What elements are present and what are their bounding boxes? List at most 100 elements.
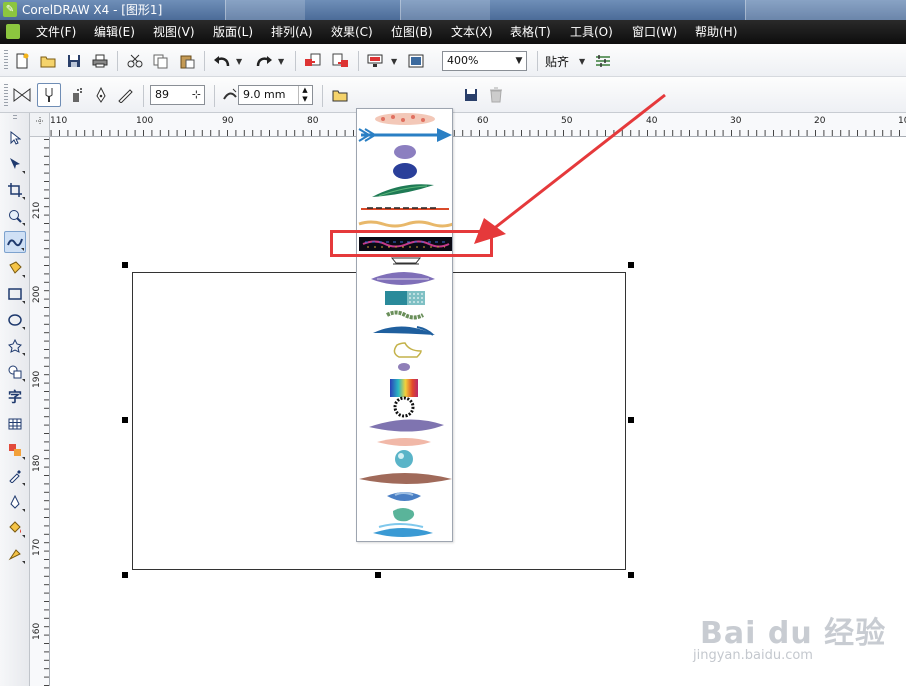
shape-tool-icon[interactable]: [4, 153, 26, 175]
zoom-level-select[interactable]: 400% ▼: [442, 51, 527, 71]
undo-icon[interactable]: [212, 51, 232, 71]
list-item: [393, 396, 415, 418]
zoom-tool-icon[interactable]: [4, 205, 26, 227]
menu-arrange[interactable]: 排列(A): [271, 25, 313, 39]
interactive-fill-tool-icon[interactable]: [4, 543, 26, 565]
snap-dropdown-icon[interactable]: ▼: [579, 57, 585, 66]
zoom-level-value: 400%: [447, 54, 479, 67]
eyedropper-tool-icon[interactable]: [4, 465, 26, 487]
rectangle-tool-icon[interactable]: [4, 283, 26, 305]
selection-handle[interactable]: [375, 572, 381, 578]
snap-to-menu[interactable]: 贴齐: [545, 53, 569, 70]
selection-handle[interactable]: [122, 572, 128, 578]
preset-mode-icon[interactable]: [12, 85, 32, 105]
ruler-label: 30: [730, 116, 742, 126]
browse-folder-icon[interactable]: [330, 85, 350, 105]
table-tool-icon[interactable]: [4, 413, 26, 435]
stroke-list-dropdown[interactable]: [356, 108, 453, 542]
launcher-dropdown-icon[interactable]: ▼: [391, 57, 397, 66]
smart-fill-tool-icon[interactable]: [4, 257, 26, 279]
smoothing-field[interactable]: 89 ⊹: [150, 85, 205, 105]
list-item: [393, 145, 417, 179]
freehand-tool-icon[interactable]: [4, 231, 26, 253]
stroke-width-field[interactable]: 9.0 mm ▲ ▼: [238, 85, 313, 105]
toolbar-separator: [295, 51, 296, 71]
toolbox: 字: [0, 113, 30, 686]
spinner-icon[interactable]: ▲ ▼: [298, 86, 311, 104]
title-bar: ✎ CorelDRAW X4 - [图形1]: [0, 0, 906, 20]
selection-handle[interactable]: [628, 417, 634, 423]
list-item: [358, 220, 452, 228]
menu-effects[interactable]: 效果(C): [331, 25, 373, 39]
pressure-mode-icon[interactable]: [115, 85, 135, 105]
stroke-list-previews: [358, 113, 452, 537]
menu-edit[interactable]: 编辑(E): [94, 25, 135, 39]
sprayer-mode-icon[interactable]: [66, 85, 86, 105]
selection-handle[interactable]: [628, 262, 634, 268]
calligraphic-mode-icon[interactable]: [91, 85, 111, 105]
document-icon[interactable]: [6, 24, 20, 39]
selection-handle[interactable]: [122, 417, 128, 423]
baidu-watermark: Bai du 经验: [700, 616, 887, 651]
outline-tool-icon[interactable]: [4, 491, 26, 513]
chevron-down-icon[interactable]: ▼: [512, 52, 526, 70]
pick-tool-icon[interactable]: [4, 127, 26, 149]
print-icon[interactable]: [90, 51, 110, 71]
undo-dropdown-icon[interactable]: ▼: [236, 57, 242, 66]
vertical-ruler[interactable]: 210 200 190 180 170 160: [30, 137, 50, 686]
coreldraw-icon: ✎: [3, 2, 17, 17]
options-icon[interactable]: [593, 51, 613, 71]
redo-dropdown-icon[interactable]: ▼: [278, 57, 284, 66]
toolbar-separator: [117, 51, 118, 71]
list-item: [395, 450, 413, 468]
text-tool-icon[interactable]: 字: [4, 387, 26, 409]
toolbox-grip[interactable]: [13, 115, 17, 119]
selection-handle[interactable]: [122, 262, 128, 268]
import-icon[interactable]: [303, 51, 323, 71]
cut-icon[interactable]: [125, 51, 145, 71]
slider-icon[interactable]: ⊹: [192, 86, 201, 104]
crop-tool-icon[interactable]: [4, 179, 26, 201]
app-launcher-icon[interactable]: [365, 51, 385, 71]
ruler-label: 90: [222, 116, 234, 126]
background-tab[interactable]: [745, 0, 906, 20]
new-icon[interactable]: [12, 51, 32, 71]
menu-tools[interactable]: 工具(O): [570, 25, 613, 39]
paste-icon[interactable]: [177, 51, 197, 71]
selection-handle[interactable]: [628, 572, 634, 578]
basic-shapes-tool-icon[interactable]: [4, 361, 26, 383]
menu-help[interactable]: 帮助(H): [695, 25, 737, 39]
menu-text[interactable]: 文本(X): [451, 25, 493, 39]
menu-file[interactable]: 文件(F): [36, 25, 76, 39]
open-icon[interactable]: [38, 51, 58, 71]
list-item: [369, 419, 444, 432]
brush-mode-icon[interactable]: [37, 83, 61, 107]
ruler-origin[interactable]: [30, 113, 50, 137]
welcome-icon[interactable]: [406, 51, 426, 71]
menu-bitmaps[interactable]: 位图(B): [391, 25, 433, 39]
interactive-blend-tool-icon[interactable]: [4, 439, 26, 461]
copy-icon[interactable]: [151, 51, 171, 71]
polygon-tool-icon[interactable]: [4, 335, 26, 357]
ellipse-tool-icon[interactable]: [4, 309, 26, 331]
menu-table[interactable]: 表格(T): [510, 25, 551, 39]
toolbar-grip[interactable]: [4, 84, 8, 106]
menu-window[interactable]: 窗口(W): [632, 25, 677, 39]
save-icon[interactable]: [64, 51, 84, 71]
ruler-label: 10: [898, 116, 906, 126]
list-item: [361, 207, 449, 210]
export-icon[interactable]: [331, 51, 351, 71]
list-item: [393, 508, 415, 522]
fill-tool-icon[interactable]: [4, 517, 26, 539]
toolbar-grip[interactable]: [4, 50, 8, 71]
background-tab[interactable]: [400, 0, 490, 20]
smoothing-value: 89: [155, 88, 169, 101]
list-item: [393, 342, 422, 358]
menu-bar: 文件(F) 编辑(E) 视图(V) 版面(L) 排列(A) 效果(C) 位图(B…: [0, 20, 906, 44]
background-tab[interactable]: [225, 0, 305, 20]
redo-icon[interactable]: [254, 51, 274, 71]
menu-view[interactable]: 视图(V): [153, 25, 195, 39]
property-bar: 89 ⊹ 9.0 mm ▲▼ ▼: [0, 77, 906, 185]
stroke-width-value: 9.0 mm: [243, 88, 286, 101]
menu-layout[interactable]: 版面(L): [213, 25, 253, 39]
